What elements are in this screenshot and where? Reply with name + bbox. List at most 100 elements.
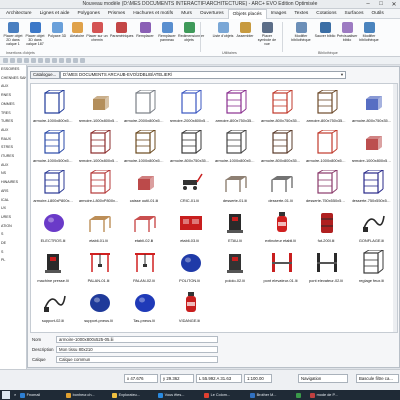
catalog-item[interactable]: armoire-2000x800x52...	[170, 88, 210, 128]
taskbar-app[interactable]	[294, 390, 308, 400]
layer-tree-item[interactable]: ARS	[0, 187, 26, 196]
ribbon-button-5[interactable]: Paramétriques	[110, 22, 133, 52]
catalog-item[interactable]: armoire-800x800x35...	[261, 128, 301, 168]
catalog-item[interactable]: armoire-1000x800x52...	[33, 88, 73, 128]
layer-tree-item[interactable]: HINAIRES	[0, 178, 26, 187]
catalog-item[interactable]: armoire-1000x800x52...	[306, 128, 346, 168]
layer-tree-item[interactable]: URES	[0, 213, 26, 222]
catalog-item[interactable]: etabli-02.lii	[124, 208, 164, 248]
ribbon-button-12[interactable]: Modifier bibliothèque	[290, 22, 312, 52]
tab-8[interactable]: Images	[267, 9, 291, 19]
vertical-scrollbar[interactable]	[393, 84, 397, 332]
ribbon-button-4[interactable]: Placer sur un chemin	[86, 22, 108, 52]
catalog-item[interactable]: support-02.lii	[33, 288, 73, 328]
catalog-item[interactable]: armoire-1000x800x52...	[79, 128, 119, 168]
catalog-item[interactable]: pont elevateur-01.lii	[261, 248, 301, 288]
ribbon-button-0[interactable]: Placer objet 2D dans calque 1	[2, 22, 24, 52]
layer-tree-item[interactable]: ESSOIRES	[0, 65, 26, 74]
tab-0[interactable]: Architecture	[2, 9, 36, 19]
catalog-item[interactable]: reglage feux.lii	[352, 248, 392, 288]
catalog-item[interactable]: desserte-750x550x52...	[352, 168, 392, 208]
layer-tree-item[interactable]: STRES	[0, 143, 26, 152]
toolbar-icon[interactable]	[45, 58, 50, 63]
catalog-item[interactable]: armoire-1000x800x52...	[79, 88, 119, 128]
toolbar-icon[interactable]	[38, 58, 43, 63]
taskbar-app[interactable]: Explorateu...	[110, 390, 156, 400]
layer-tree-item[interactable]: PL	[0, 256, 26, 265]
catalog-item[interactable]: Tas-pneus.lii	[124, 288, 164, 328]
ribbon-button-6[interactable]: Remplacer	[134, 22, 156, 52]
layer-tree-item[interactable]: S	[0, 230, 26, 239]
ribbon-button-13[interactable]: Sauver biblio	[314, 22, 336, 52]
layer-tree-item[interactable]: DE	[0, 239, 26, 248]
layer-tree-item[interactable]: NS	[0, 169, 26, 178]
catalog-item[interactable]: armoire-1000x800x52...	[352, 128, 392, 168]
taskbar-app[interactable]: mode de P...	[308, 390, 354, 400]
toolbar-icon[interactable]	[73, 58, 78, 63]
catalog-item[interactable]: pont elevateur-02.lii	[306, 248, 346, 288]
catalog-item[interactable]: support-pneus.lii	[79, 288, 119, 328]
catalog-item[interactable]: desserte-01.lii	[261, 168, 301, 208]
tab-12[interactable]: Outils	[367, 9, 387, 19]
filter-toggle[interactable]: Bascule filtre ca...	[356, 374, 399, 383]
tab-6[interactable]: Ouvertures	[196, 9, 228, 19]
minimize-icon[interactable]: –	[364, 1, 372, 8]
ribbon-button-14[interactable]: Prévisualiser biblio	[336, 22, 358, 52]
toolbar-icon[interactable]	[52, 58, 57, 63]
ribbon-button-11[interactable]: Placer symbole de vue	[256, 22, 278, 52]
layer-tree-item[interactable]: S	[0, 248, 26, 257]
ribbon-button-15[interactable]: Modifier bibliothèque	[358, 22, 380, 52]
ribbon-button-8[interactable]: Redimensionner objets	[178, 22, 204, 52]
tab-4[interactable]: Hachures et motifs	[129, 9, 177, 19]
layer-tree-item[interactable]: AUX	[0, 161, 26, 170]
toolbar-icon[interactable]	[17, 58, 22, 63]
layer-tree-item[interactable]: TURES	[0, 117, 26, 126]
layer-tree-item[interactable]: ICAL	[0, 196, 26, 205]
catalog-item[interactable]: ELECTROS.lii	[33, 208, 73, 248]
length-angle-field[interactable]: L 55.992 A 31.63	[196, 374, 242, 383]
layer-tree-item[interactable]: TRES	[0, 109, 26, 118]
windows-start-icon[interactable]	[2, 391, 10, 399]
ribbon-button-3[interactable]: Aléatoire	[66, 22, 88, 52]
layer-tree-item[interactable]: RNES	[0, 91, 26, 100]
taskbar-app[interactable]: Fnomail	[18, 390, 64, 400]
catalog-item[interactable]: armoire-800x750x35...	[306, 88, 346, 128]
catalog-item[interactable]: desserte-01.lii	[215, 168, 255, 208]
ribbon-button-7[interactable]: Remplacer panneau	[156, 22, 178, 52]
toolbar-icon[interactable]	[31, 58, 36, 63]
catalog-item[interactable]: CRIC-01.lii	[170, 168, 210, 208]
name-field[interactable]: armoire-1000x800x525-05.lii	[56, 335, 218, 343]
layer-tree-item[interactable]: RAUX	[0, 135, 26, 144]
catalog-item[interactable]: armoire-L800xP800x...	[33, 168, 73, 208]
ribbon-button-2[interactable]: Polyaxe 3D	[46, 22, 68, 52]
catalog-item[interactable]: pololo-02.lii	[215, 248, 255, 288]
tab-9[interactable]: Textes	[290, 9, 312, 19]
maximize-icon[interactable]: □	[377, 1, 385, 8]
catalog-item[interactable]: etabli-03.lii	[170, 208, 210, 248]
ribbon-button-1[interactable]: Placer objet 3D dans calque 187	[24, 22, 46, 52]
taskbar-app[interactable]: Vous êtes...	[156, 390, 202, 400]
layer-tree-item[interactable]: AUX	[0, 126, 26, 135]
ribbon-button-9[interactable]: Liste d'objets	[212, 22, 234, 52]
x-coordinate-field[interactable]: x 47.676	[124, 374, 158, 383]
layer-tree-item[interactable]: CHENNES SAN	[0, 74, 26, 83]
catalog-item[interactable]: PALAN-01.lii	[79, 248, 119, 288]
taskbar-app[interactable]: bonheur.ch...	[64, 390, 110, 400]
taskbar-app[interactable]: Brother M...	[248, 390, 294, 400]
taskbar-app[interactable]: Le Colom...	[202, 390, 248, 400]
catalog-button[interactable]: Catalogue...	[30, 70, 60, 79]
description-field[interactable]: Mon tissu 80x210	[56, 345, 218, 353]
toolbar-icon[interactable]	[66, 58, 71, 63]
toolbar-icon[interactable]	[80, 58, 85, 63]
catalog-item[interactable]: armoire-800x750x35...	[352, 88, 392, 128]
close-icon[interactable]: ✕	[390, 1, 398, 8]
tab-11[interactable]: Surfaces	[341, 9, 368, 19]
catalog-item[interactable]: ETAU.lii	[215, 208, 255, 248]
toolbar-icon[interactable]	[3, 58, 8, 63]
catalog-item[interactable]: PALAN-02.lii	[124, 248, 164, 288]
tab-1[interactable]: Lignes et aide	[36, 9, 74, 19]
toolbar-icon[interactable]	[10, 58, 15, 63]
layer-tree-item[interactable]: UX	[0, 204, 26, 213]
catalog-item[interactable]: armoire-800x750x35...	[261, 88, 301, 128]
catalog-item[interactable]: VIDANGE.lii	[170, 288, 210, 328]
